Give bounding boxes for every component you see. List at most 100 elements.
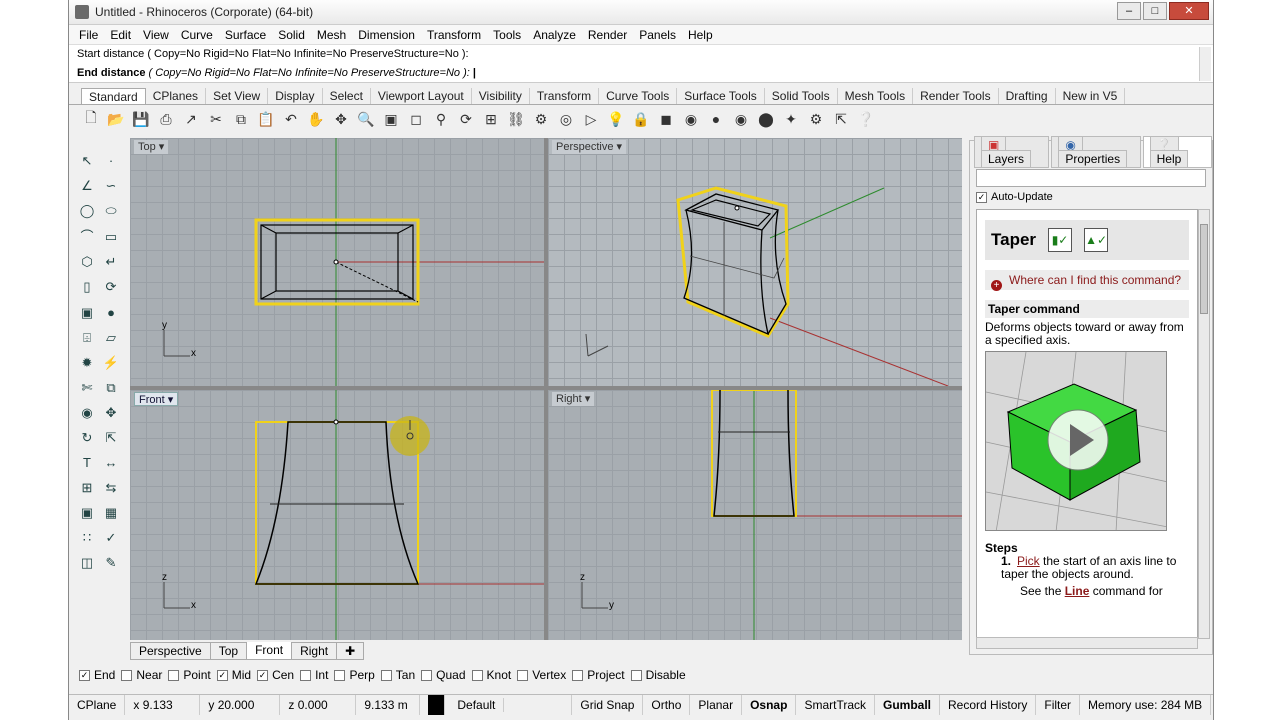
osnap-knot[interactable]: Knot [471, 668, 511, 682]
tab-mesh-tools[interactable]: Mesh Tools [838, 88, 914, 104]
car-icon[interactable]: ⛓ [506, 109, 526, 129]
status-planar[interactable]: Planar [690, 694, 743, 715]
menu-transform[interactable]: Transform [421, 28, 487, 42]
tab-transform[interactable]: Transform [530, 88, 600, 104]
save-icon[interactable]: 💾 [131, 109, 151, 129]
layer-icon[interactable]: ◼ [656, 109, 676, 129]
maximize-button[interactable]: □ [1143, 2, 1167, 20]
osnap-tan-checkbox[interactable] [380, 669, 392, 681]
tab-viewport-layout[interactable]: Viewport Layout [371, 88, 472, 104]
tab-standard[interactable]: Standard [81, 88, 146, 104]
osnap-disable[interactable]: Disable [630, 668, 686, 682]
status-osnap[interactable]: Osnap [742, 694, 797, 715]
osnap-vertex[interactable]: Vertex [517, 668, 566, 682]
extrude-icon[interactable]: ▱ [100, 327, 122, 349]
osnap-perp[interactable]: Perp [334, 668, 375, 682]
tab-set-view[interactable]: Set View [206, 88, 269, 104]
snap-icon[interactable]: ⇱ [831, 109, 851, 129]
command-prompt-options[interactable]: ( Copy=No Rigid=No Flat=No Infinite=No P… [149, 67, 470, 79]
rotate-icon[interactable]: ↻ [76, 427, 98, 449]
osnap-near-checkbox[interactable] [121, 669, 133, 681]
help-horizontal-scrollbar[interactable] [976, 637, 1198, 649]
menu-solid[interactable]: Solid [272, 28, 311, 42]
ellipse-icon[interactable]: ⬭ [100, 200, 122, 222]
vp-tab-front[interactable]: Front [246, 642, 293, 660]
mirror-icon[interactable]: ⇆ [100, 477, 122, 499]
status-ortho[interactable]: Ortho [643, 694, 691, 715]
osnap-point[interactable]: Point [168, 668, 211, 682]
light-bulb-icon[interactable]: 💡 [606, 109, 626, 129]
undo-view-icon[interactable]: ⟳ [456, 109, 476, 129]
menu-help[interactable]: Help [682, 28, 719, 42]
four-viewports-icon[interactable]: ⊞ [481, 109, 501, 129]
menu-dimension[interactable]: Dimension [352, 28, 421, 42]
status-smarttrack[interactable]: SmartTrack [796, 694, 875, 715]
zoom-selected-icon[interactable]: ⚲ [431, 109, 451, 129]
perspective-viewport[interactable]: Perspective ▾ [548, 138, 962, 386]
rectangle-icon[interactable]: ▭ [100, 226, 122, 248]
tab-display[interactable]: Display [268, 88, 323, 104]
osnap-cen[interactable]: ✓ Cen [257, 668, 294, 682]
copy-icon[interactable]: ⧉ [231, 109, 251, 129]
tab-solid-tools[interactable]: Solid Tools [765, 88, 838, 104]
sweep-icon[interactable]: ⟳ [100, 276, 122, 298]
top-viewport[interactable]: y x Top ▾ [130, 138, 544, 386]
tab-new-in-v5[interactable]: New in V5 [1056, 88, 1126, 104]
perspective-viewport-title[interactable]: Perspective ▾ [552, 140, 627, 154]
cut-icon[interactable]: ✂ [206, 109, 226, 129]
grid-snap-icon[interactable]: ⚙ [531, 109, 551, 129]
tab-curve-tools[interactable]: Curve Tools [599, 88, 678, 104]
group-icon[interactable]: ◉ [76, 402, 98, 424]
tab-select[interactable]: Select [323, 88, 371, 104]
panel-tab-help[interactable]: ❔ Help [1142, 136, 1212, 168]
help-video-thumbnail[interactable] [985, 351, 1167, 531]
scale-icon[interactable]: ⇱ [100, 427, 122, 449]
status-grid-snap[interactable]: Grid Snap [572, 694, 644, 715]
trim-icon[interactable]: ✄ [76, 377, 98, 399]
osnap-mid[interactable]: ✓ Mid [216, 668, 251, 682]
surface-icon[interactable]: ▯ [76, 276, 98, 298]
options-gear-icon[interactable]: ⚙ [806, 109, 826, 129]
osnap-near[interactable]: Near [121, 668, 162, 682]
osnap-int-checkbox[interactable] [300, 669, 312, 681]
pan-hand-icon[interactable]: ✋ [306, 109, 326, 129]
arc-icon[interactable]: ⌒ [76, 225, 98, 247]
circle-icon[interactable]: ◯ [76, 200, 98, 222]
analyze-icon[interactable]: ▦ [100, 502, 122, 524]
check-icon[interactable]: ✓ [100, 527, 122, 549]
points-grid-icon[interactable]: ∷ [76, 527, 98, 549]
zoom-icon[interactable]: 🔍 [356, 109, 376, 129]
minimize-button[interactable]: – [1117, 2, 1141, 20]
undo-icon[interactable]: ↶ [281, 109, 301, 129]
polyline-icon[interactable]: ∠ [76, 175, 98, 197]
new-file-icon[interactable]: 🗋 [81, 109, 101, 129]
help-search-input[interactable] [976, 169, 1206, 187]
osnap-perp-checkbox[interactable] [334, 669, 346, 681]
osnap-knot-checkbox[interactable] [471, 669, 483, 681]
tab-visibility[interactable]: Visibility [472, 88, 530, 104]
status-record-history[interactable]: Record History [940, 694, 1037, 715]
text-icon[interactable]: T [76, 452, 98, 474]
status-gumball[interactable]: Gumball [875, 694, 941, 715]
osnap-project[interactable]: Project [572, 668, 625, 682]
right-viewport[interactable]: z y Right ▾ [548, 390, 962, 640]
menu-surface[interactable]: Surface [219, 28, 272, 42]
osnap-vertex-checkbox[interactable] [517, 669, 529, 681]
fillet-icon[interactable]: ↵ [100, 251, 122, 273]
auto-update-option[interactable]: ✓ Auto-Update [970, 191, 1212, 203]
status-layer[interactable]: Default [420, 694, 573, 716]
print-icon[interactable]: ⎙ [156, 109, 176, 129]
osnap-project-checkbox[interactable] [572, 669, 584, 681]
help-icon[interactable]: ❔ [856, 109, 876, 129]
osnap-point-checkbox[interactable] [168, 669, 180, 681]
front-viewport-title[interactable]: Front ▾ [134, 392, 179, 406]
curve-icon[interactable]: ∽ [100, 175, 122, 197]
dimension-icon[interactable]: ↔ [100, 452, 122, 474]
mesh-box-icon[interactable]: ▣ [76, 502, 98, 524]
cplane-icon[interactable]: ◎ [556, 109, 576, 129]
osnap-int[interactable]: Int [300, 668, 328, 682]
menu-tools[interactable]: Tools [487, 28, 527, 42]
command-area[interactable]: Start distance ( Copy=No Rigid=No Flat=N… [69, 45, 1213, 83]
explode-icon[interactable]: ✹ [76, 352, 98, 374]
paste-icon[interactable]: 📋 [256, 109, 276, 129]
